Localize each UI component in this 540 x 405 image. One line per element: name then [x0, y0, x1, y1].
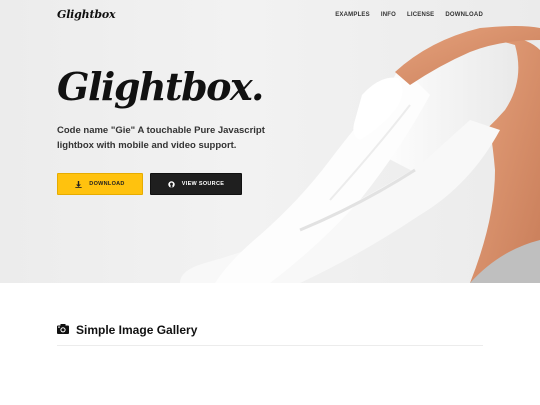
- brand-logo[interactable]: Glightbox: [57, 8, 116, 21]
- nav-examples[interactable]: EXAMPLES: [335, 12, 370, 18]
- camera-icon: [57, 321, 69, 339]
- nav-license[interactable]: LICENSE: [407, 12, 434, 18]
- section-divider: [57, 345, 483, 346]
- view-source-button-label: VIEW SOURCE: [181, 181, 225, 187]
- download-icon: [75, 180, 82, 188]
- github-icon: [168, 180, 175, 188]
- nav-download[interactable]: DOWNLOAD: [445, 12, 483, 18]
- download-button-label: DOWNLOAD: [89, 181, 125, 187]
- view-source-button[interactable]: VIEW SOURCE: [150, 173, 242, 195]
- nav-info[interactable]: INFO: [381, 12, 396, 18]
- hero-section: Glightbox EXAMPLES INFO LICENSE DOWNLOAD…: [0, 0, 540, 283]
- download-button[interactable]: DOWNLOAD: [57, 173, 143, 195]
- section-heading: Simple Image Gallery: [57, 321, 197, 339]
- navbar: Glightbox EXAMPLES INFO LICENSE DOWNLOAD: [0, 0, 540, 32]
- section-title: Simple Image Gallery: [76, 323, 198, 337]
- hero-tagline: Code name "Gie" A touchable Pure Javascr…: [57, 125, 265, 151]
- hero-title: Glightbox.: [57, 64, 264, 109]
- nav-links: EXAMPLES INFO LICENSE DOWNLOAD: [335, 12, 483, 18]
